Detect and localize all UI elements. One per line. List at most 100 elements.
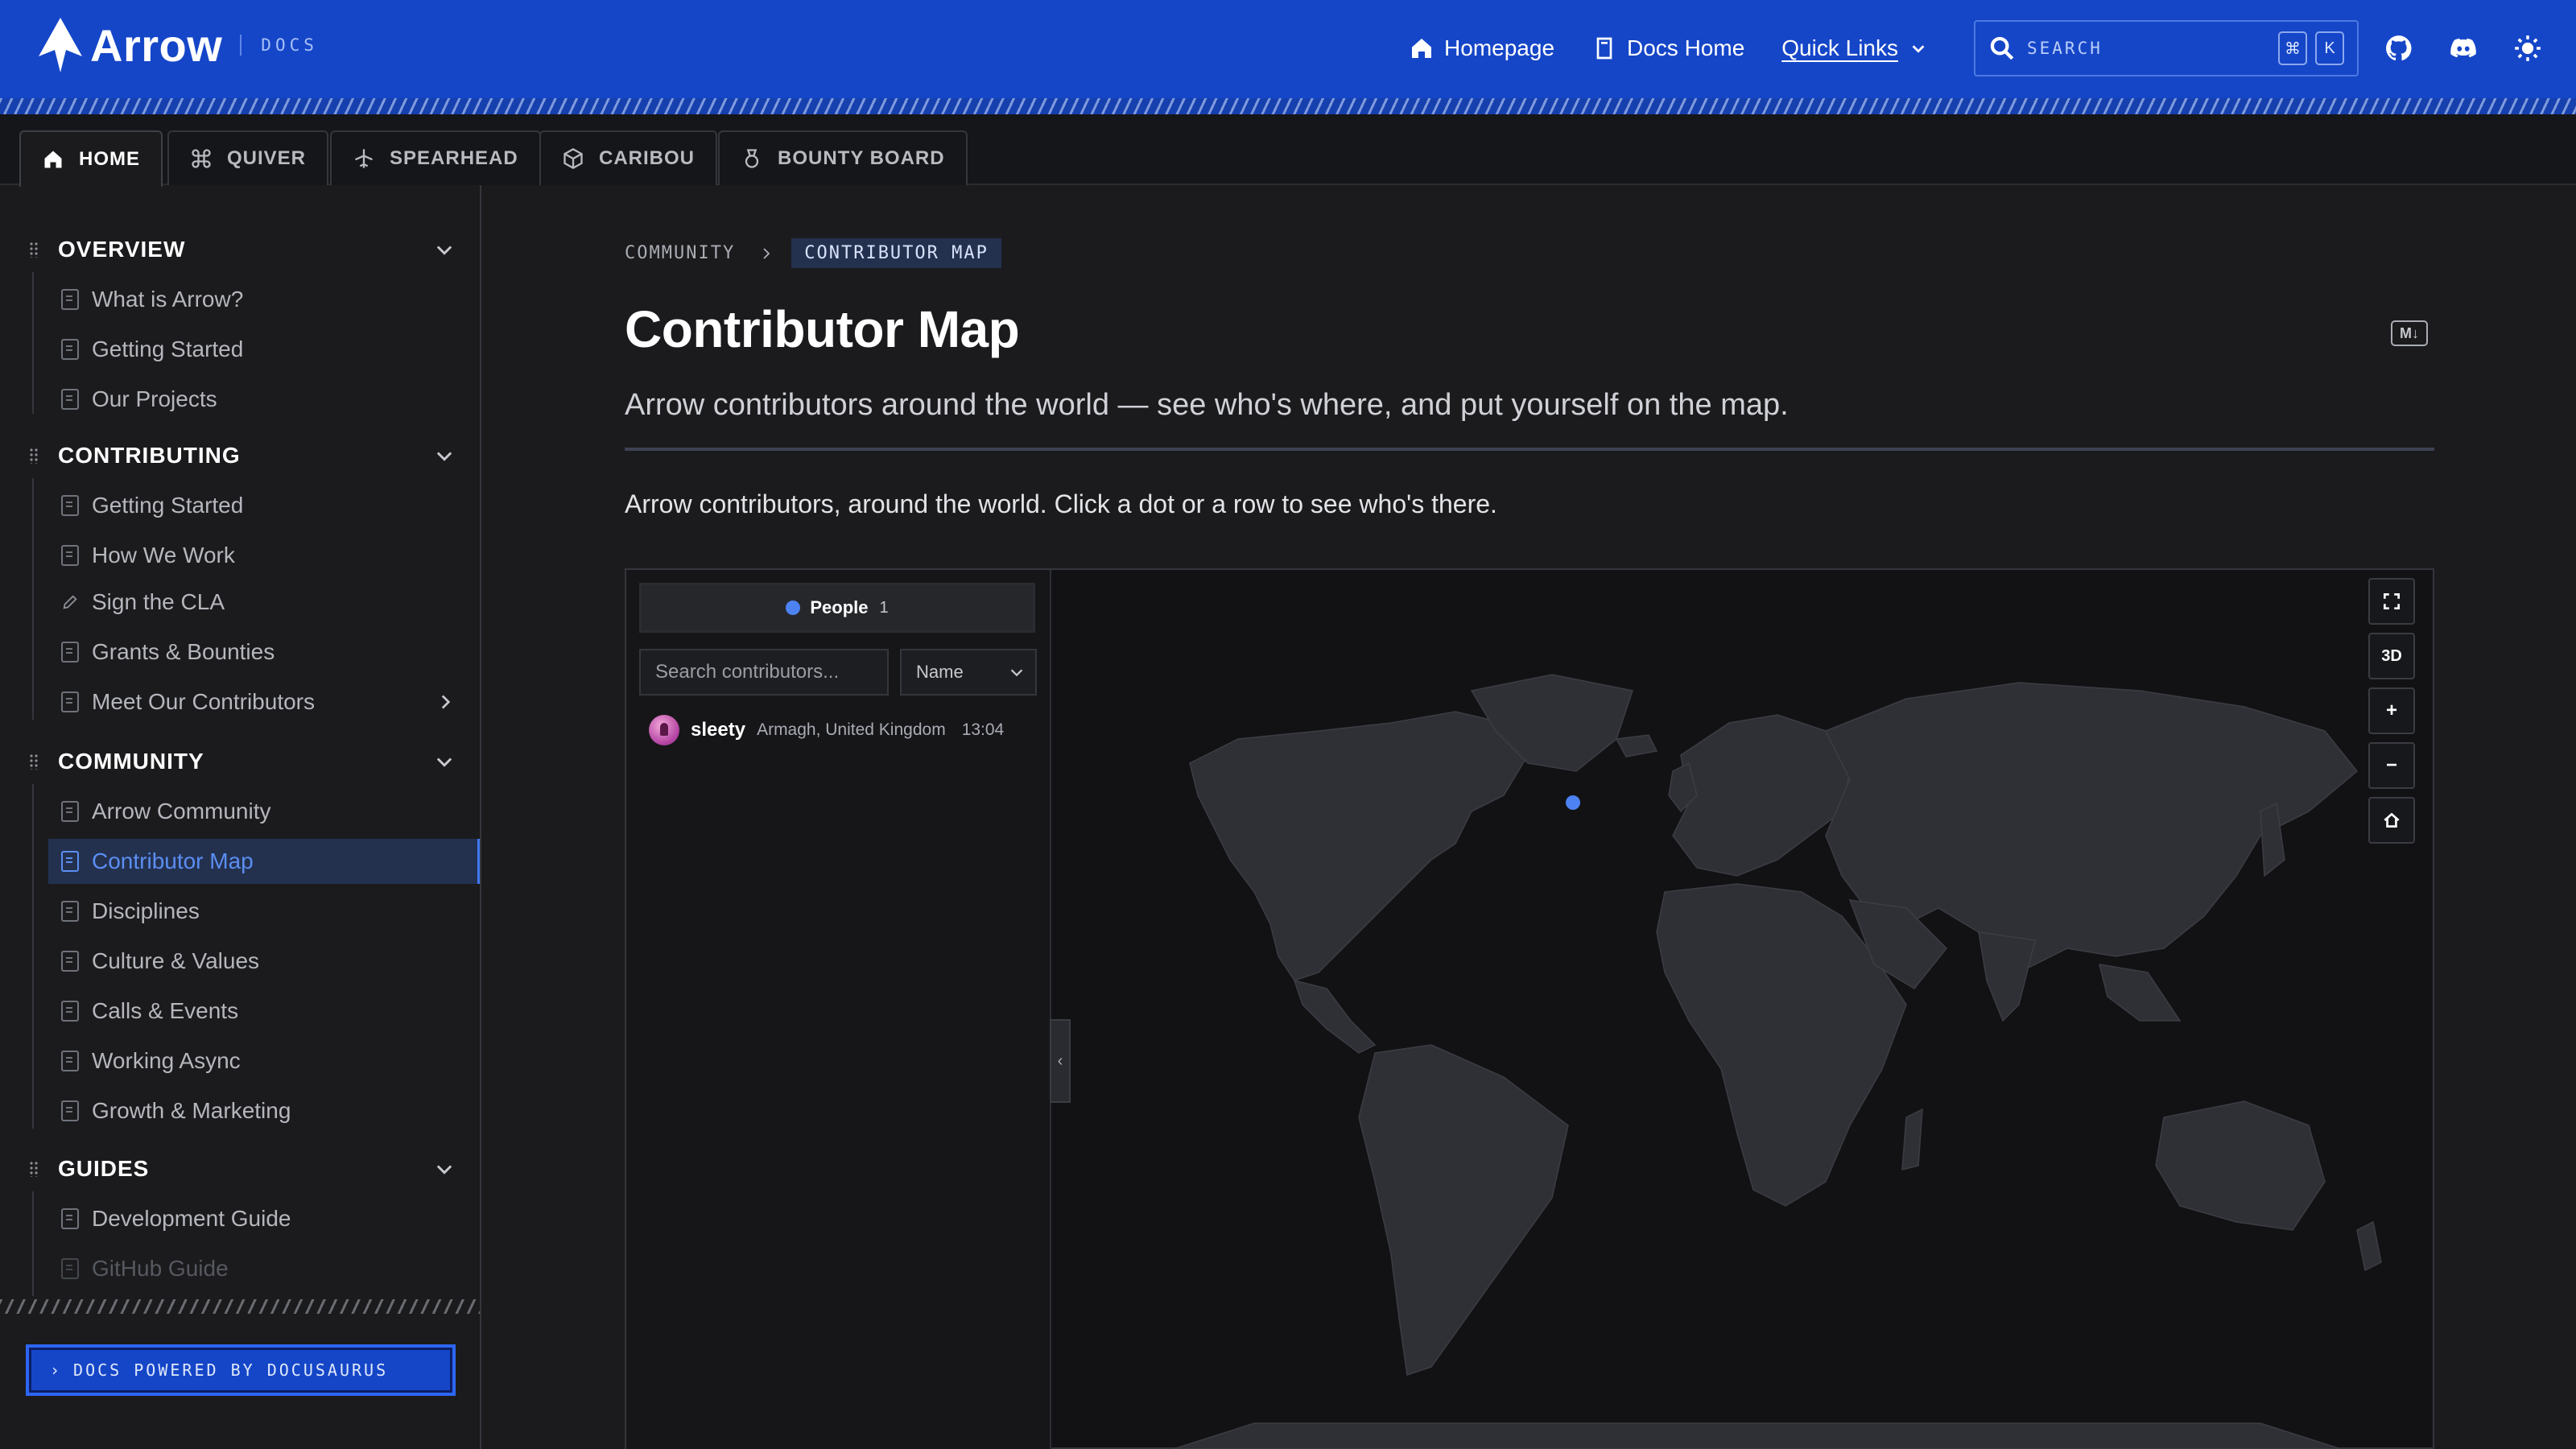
nav-homepage-link[interactable]: Homepage [1409,35,1554,61]
toggle-3d-button[interactable]: 3D [2368,633,2415,679]
contributor-map-widget: People 1 Name sleety Armagh, United King… [625,568,2434,1449]
sidebar-item-culture-values[interactable]: Culture & Values [48,939,480,984]
discord-icon [2450,38,2476,58]
brand-name: Arrow [90,19,223,71]
nav-quick-links-dropdown[interactable]: Quick Links [1781,35,1937,61]
chevron-down-icon [1010,669,1023,677]
fullscreen-button[interactable] [2368,578,2415,625]
drag-handle-icon [29,753,39,770]
chevron-right-icon [763,247,770,259]
doc-icon [61,1258,79,1279]
central-america [1293,979,1377,1054]
markdown-icon[interactable]: M↓ [2391,320,2428,346]
sidebar-section-contributing[interactable]: CONTRIBUTING [0,435,480,477]
sidebar-item-label: Working Async [92,1048,241,1073]
sidebar-item-disciplines[interactable]: Disciplines [48,889,480,934]
theme-toggle[interactable] [2512,32,2544,64]
sidebar-item-label: How We Work [92,543,235,568]
sidebar-section-rail [32,478,34,720]
tab-quiver[interactable]: QUIVER [167,130,329,185]
tab-spearhead[interactable]: SPEARHEAD [330,130,541,185]
sidebar-item-development-guide[interactable]: Development Guide [48,1196,480,1241]
kbd-k: K [2315,31,2344,65]
command-icon [192,149,211,168]
doc-icon [61,1208,79,1229]
tab-home[interactable]: HOME [19,130,163,187]
south-america [1358,1044,1569,1376]
sidebar-section-title: OVERVIEW [58,237,186,262]
sidebar-item-growth-marketing[interactable]: Growth & Marketing [48,1088,480,1133]
sidebar-item-contributor-map[interactable]: Contributor Map [48,839,480,884]
southeast-asia [2098,964,2182,1022]
people-count: 1 [879,598,889,617]
people-tab[interactable]: People 1 [639,583,1035,633]
sidebar-item-arrow-community[interactable]: Arrow Community [48,789,480,834]
sidebar-section-community[interactable]: COMMUNITY [0,741,480,782]
sidebar-section-guides[interactable]: GUIDES [0,1148,480,1190]
sidebar-item-sign-the-cla[interactable]: Sign the CLA [48,580,480,625]
sidebar-section-rail [32,272,34,414]
sidebar-item-label: Contributor Map [92,848,254,873]
sidebar-section-rail [32,1191,34,1296]
tab-home-label: HOME [79,148,140,170]
reset-view-button[interactable] [2368,797,2415,844]
zoom-in-button[interactable]: + [2368,687,2415,734]
sidebar-item-label: Sign the CLA [92,589,225,614]
sidebar-item-contributing-getting-started[interactable]: Getting Started [48,483,480,528]
tab-bounty-board[interactable]: BOUNTY BOARD [718,130,968,185]
navbar-hatch-divider [0,98,2576,114]
contributor-local-time: 13:04 [961,720,1005,739]
sidebar-section-rail [32,784,34,1129]
sidebar-section-title: GUIDES [58,1156,150,1181]
sidebar-item-what-is-arrow[interactable]: What is Arrow? [48,277,480,322]
sidebar-item-github-guide[interactable]: GitHub Guide [48,1246,480,1291]
iceland [1615,734,1658,758]
sidebar-hatch-divider [0,1299,480,1314]
page-subtitle: Arrow contributors around the world — se… [625,388,1789,422]
tab-caribou[interactable]: CARIBOU [539,130,717,185]
continents [1173,674,2382,1449]
navbar-right: Homepage Docs Home Quick Links SEARCH ⌘ … [1409,16,2576,80]
map-pin-sleety[interactable] [1566,795,1580,810]
search-bar[interactable]: SEARCH ⌘ K [1974,20,2359,76]
sidebar-item-grants-bounties[interactable]: Grants & Bounties [48,630,480,675]
doc-icon [61,389,79,410]
madagascar [1901,1108,1923,1170]
north-america [1189,711,1529,981]
github-link[interactable] [2383,32,2415,64]
docusaurus-credit-button[interactable]: › DOCS POWERED BY DOCUSAURUS [26,1344,456,1396]
breadcrumb: COMMUNITY CONTRIBUTOR MAP [625,238,1001,268]
nav-docs-home-label: Docs Home [1627,35,1745,60]
top-navbar: Arrow DOCS Homepage Docs Home Quick Link… [0,0,2576,98]
contributor-search-input[interactable] [639,649,889,696]
home-icon [2384,812,2400,828]
sidebar-item-label: Meet Our Contributors [92,689,315,714]
box-icon [564,147,583,170]
sidebar-item-label: Our Projects [92,386,217,411]
zoom-out-button[interactable]: − [2368,742,2415,789]
new-zealand [2356,1220,2382,1272]
sidebar-item-meet-our-contributors[interactable]: Meet Our Contributors [48,679,480,724]
brand-logo[interactable]: Arrow DOCS [35,14,318,76]
breadcrumb-community[interactable]: COMMUNITY [625,243,735,263]
sidebar-item-calls-events[interactable]: Calls & Events [48,989,480,1034]
pencil-icon [63,595,77,609]
contributor-row[interactable]: sleety Armagh, United Kingdom 13:04 [639,712,1038,749]
nav-docs-home-link[interactable]: Docs Home [1591,35,1744,61]
sidebar-item-our-projects[interactable]: Our Projects [48,377,480,422]
sidebar-item-how-we-work[interactable]: How We Work [48,533,480,578]
sidebar-item-getting-started[interactable]: Getting Started [48,327,480,372]
sidebar-item-label: What is Arrow? [92,287,244,312]
sort-select[interactable]: Name [900,649,1037,696]
sidebar-item-label: Arrow Community [92,799,271,824]
doc-icon [61,801,79,822]
contributor-name: sleety [691,719,746,741]
chevron-down-icon [436,452,452,461]
australia [2155,1100,2326,1231]
sidebar-item-working-async[interactable]: Working Async [48,1038,480,1084]
world-map[interactable] [1053,570,2434,1449]
fullscreen-icon [2383,592,2401,610]
sidebar-item-label: Culture & Values [92,948,260,973]
sidebar-section-overview[interactable]: OVERVIEW [0,229,480,270]
discord-link[interactable] [2447,32,2479,64]
